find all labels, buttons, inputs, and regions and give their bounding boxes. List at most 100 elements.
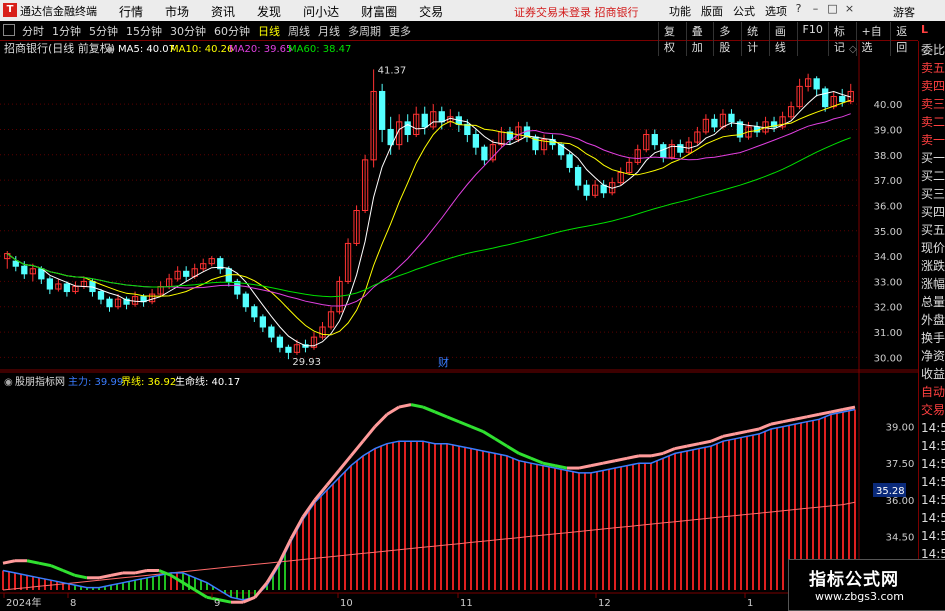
menu-item-quotes[interactable]: 行情 — [108, 3, 154, 20]
candle-body — [583, 184, 590, 196]
indicator-life-line — [734, 429, 748, 436]
x-label: 9 — [214, 598, 220, 609]
quote-field-12: 涨跌 — [921, 259, 945, 273]
menu-item-wealth[interactable]: 财富圈 — [350, 3, 408, 20]
indicator-life-line — [446, 415, 460, 424]
finance-marker[interactable]: 财 — [438, 355, 449, 369]
indicator-life-line — [349, 440, 365, 457]
candle-body — [251, 306, 258, 318]
settings-diamond-icon[interactable]: ◇ — [849, 44, 857, 55]
indicator-life-line — [698, 439, 712, 446]
main-y-ticks: 40.00 39.00 38.00 37.00 36.00 35.00 34.00 33.00… — [874, 100, 903, 364]
tab-weekly[interactable]: 周线 — [284, 23, 314, 39]
indicator-life-line — [74, 573, 88, 580]
menu-item-function[interactable]: 功能 — [664, 3, 696, 19]
tab-1min[interactable]: 1分钟 — [48, 23, 85, 39]
app-title: 通达信金融终端 — [20, 5, 97, 18]
indicator-life-line — [398, 403, 412, 409]
period-tabs: 分时 1分钟 5分钟 15分钟 30分钟 60分钟 日线 周线 月线 多周期 更… — [18, 23, 415, 39]
candle-body — [566, 154, 573, 168]
candle-body — [839, 96, 846, 103]
ma20-label: MA20: 39.65 — [229, 44, 292, 55]
quote-field-16: 换手 — [921, 331, 945, 345]
tab-multi-period[interactable]: 多周期 — [344, 23, 385, 39]
maximize-icon[interactable]: □ — [826, 2, 839, 17]
indicator-life-line — [686, 442, 700, 448]
quote-field-20: 交易 — [921, 403, 945, 417]
indicator-life-line — [494, 437, 508, 448]
menu-item-market[interactable]: 市场 — [154, 3, 200, 20]
candles — [4, 69, 854, 360]
main-y-tick: 38.00 — [874, 151, 903, 162]
indicator-life-line — [62, 569, 76, 577]
candle-body — [438, 111, 445, 123]
minimize-icon[interactable]: – — [809, 2, 822, 17]
main-y-tick: 36.00 — [874, 201, 903, 212]
period-bar: 分时 1分钟 5分钟 15分钟 30分钟 60分钟 日线 周线 月线 多周期 更… — [0, 21, 918, 56]
tab-monthly[interactable]: 月线 — [314, 23, 344, 39]
quote-field-13: 涨幅 — [921, 277, 945, 291]
indicator-life-line — [722, 432, 736, 438]
indicator-collapse-icon[interactable]: ◉ — [4, 377, 13, 388]
main-menu: 行情 市场 资讯 发现 问小达 财富圈 交易 — [108, 3, 454, 20]
tab-60min[interactable]: 60分钟 — [210, 23, 254, 39]
indicator-life-line — [482, 430, 496, 441]
high-label: 41.37 — [378, 65, 407, 76]
x-label: 10 — [340, 598, 353, 609]
candle-body — [183, 270, 190, 277]
menu-item-options[interactable]: 选项 — [760, 3, 792, 19]
collapse-icon[interactable]: ◉ — [106, 44, 115, 55]
login-notice[interactable]: 证券交易未登录 招商银行 — [514, 4, 639, 20]
indicator-life-line — [806, 412, 820, 419]
tab-5min[interactable]: 5分钟 — [85, 23, 122, 39]
sidebar-toggle-icon[interactable] — [3, 24, 15, 36]
watermark-url: www.zbgs3.com — [815, 590, 904, 603]
ma5-label: MA5: 40.07 — [118, 44, 175, 55]
candle-body — [276, 336, 284, 348]
kline-chart[interactable]: 招商银行(日线 前复权) ◉ MA5: 40.07 MA10: 40.26 MA… — [0, 40, 918, 609]
tab-30min[interactable]: 30分钟 — [166, 23, 210, 39]
quote-field-6: 买一 — [921, 151, 945, 165]
indicator-life-line — [782, 417, 796, 424]
indicator-life-line — [602, 459, 616, 465]
menu-item-discover[interactable]: 发现 — [246, 3, 292, 20]
help-icon[interactable]: ? — [792, 2, 805, 17]
main-y-tick: 40.00 — [874, 100, 903, 111]
guest-label[interactable]: 游客 — [893, 4, 915, 20]
menu-item-trade[interactable]: 交易 — [408, 3, 454, 20]
menu-item-ask[interactable]: 问小达 — [292, 3, 350, 20]
candle-body — [404, 121, 411, 136]
menu-item-layout[interactable]: 版面 — [696, 3, 728, 19]
indicator-life-line — [518, 452, 532, 460]
indicator-life-line — [98, 573, 112, 580]
candle-body — [242, 293, 249, 308]
x-label: 12 — [598, 598, 611, 609]
candle-body — [728, 113, 735, 123]
tab-daily[interactable]: 日线 — [254, 23, 284, 39]
tab-more[interactable]: 更多 — [385, 23, 415, 39]
menu-item-formula[interactable]: 公式 — [728, 3, 760, 19]
indicator-life-line — [134, 569, 148, 575]
close-icon[interactable]: × — [843, 2, 856, 17]
quote-field-9: 买四 — [921, 205, 945, 219]
x-label: 2024年 — [6, 596, 41, 609]
indicator-y-tick: 34.50 — [886, 532, 915, 543]
candle-body — [63, 283, 71, 293]
indicator-life-line — [422, 405, 436, 414]
tab-15min[interactable]: 15分钟 — [122, 23, 166, 39]
menu-item-news[interactable]: 资讯 — [200, 3, 246, 20]
indicator-life-line — [434, 410, 448, 419]
indicator-life-line — [361, 425, 377, 443]
indicator-life-line — [2, 559, 16, 565]
quote-field-19: 自动 — [921, 385, 945, 399]
candle-body — [21, 265, 28, 275]
quote-field-3: 卖三 — [921, 97, 945, 111]
indicator-life-line — [830, 408, 844, 414]
quote-field-11: 现价 — [921, 241, 945, 255]
quote-field-27: 14:56 — [921, 529, 945, 543]
indicator-life-line — [758, 422, 772, 431]
tab-timeshare[interactable]: 分时 — [18, 23, 48, 39]
candle-body — [464, 123, 471, 136]
candle-body — [421, 113, 428, 128]
indicator-life-line — [194, 588, 208, 599]
